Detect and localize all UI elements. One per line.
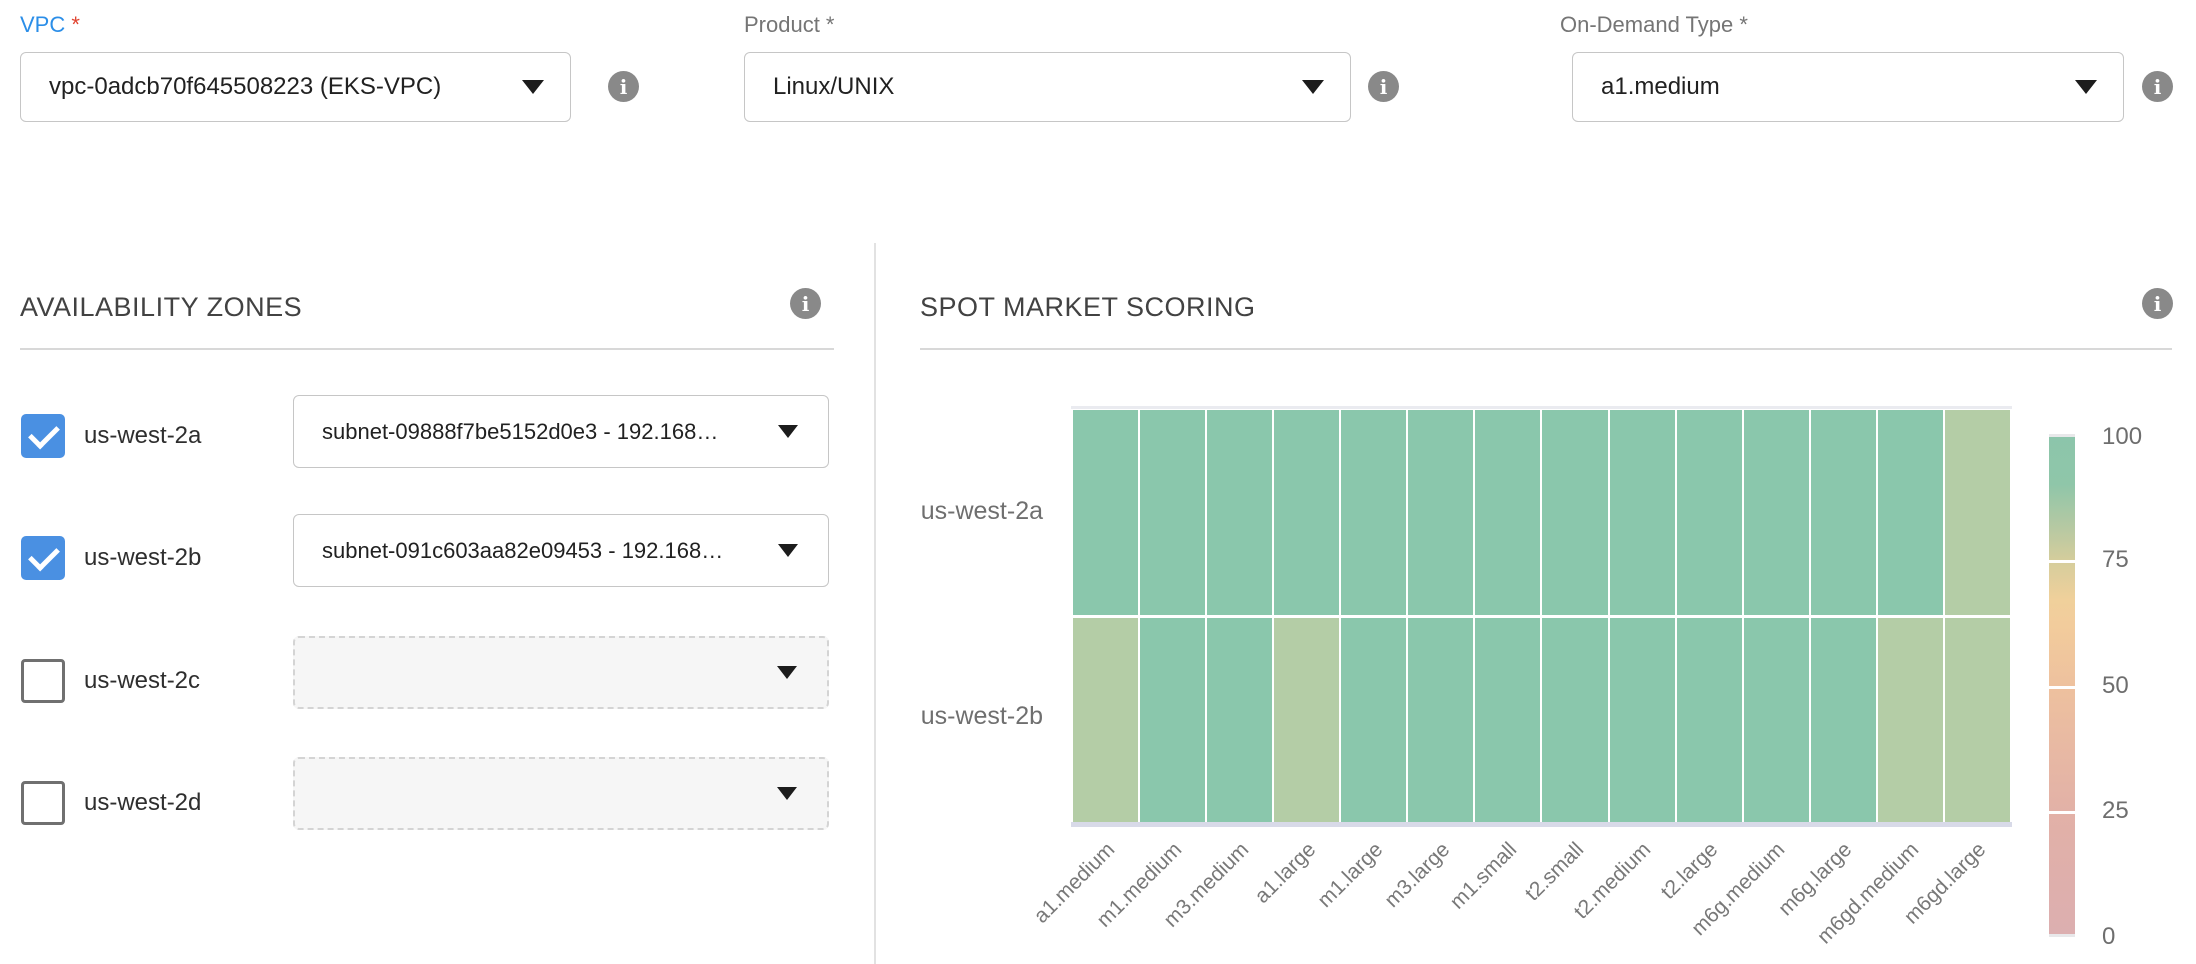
heatmap-cell-us-west-2a-a1.medium bbox=[1073, 410, 1138, 615]
caret-down-icon bbox=[522, 80, 544, 94]
subnet-select-value: subnet-09888f7be5152d0e3 - 192.168… bbox=[294, 419, 778, 445]
heatmap-cell-us-west-2b-m6g.medium bbox=[1744, 618, 1809, 823]
checkbox-us-west-2a[interactable] bbox=[21, 414, 65, 458]
heatmap-cell-us-west-2a-m1.large bbox=[1341, 410, 1406, 615]
colorbar-tick-75 bbox=[2049, 560, 2075, 563]
colorbar-top-cap bbox=[2049, 434, 2075, 437]
subnet-select-us-west-2a[interactable]: subnet-09888f7be5152d0e3 - 192.168… bbox=[293, 395, 829, 468]
caret-down-icon bbox=[777, 787, 797, 800]
heatmap-cell-us-west-2b-m6gd.medium bbox=[1878, 618, 1943, 823]
checkbox-us-west-2b[interactable] bbox=[21, 536, 65, 580]
spot-market-scoring-info-icon[interactable]: i bbox=[2142, 288, 2173, 319]
on-demand-type-select-value: a1.medium bbox=[1573, 73, 2075, 101]
vpc-info-icon[interactable]: i bbox=[608, 71, 639, 102]
vpc-select-value: vpc-0adcb70f645508223 (EKS-VPC) bbox=[21, 73, 522, 101]
colorbar-tick-25 bbox=[2049, 811, 2075, 814]
colorbar-label-100: 100 bbox=[2102, 423, 2142, 451]
colorbar-label-0: 0 bbox=[2102, 923, 2115, 951]
subnet-select-us-west-2b[interactable]: subnet-091c603aa82e09453 - 192.168… bbox=[293, 514, 829, 587]
on-demand-type-select[interactable]: a1.medium bbox=[1572, 52, 2124, 122]
zone-label-us-west-2c: us-west-2c bbox=[84, 666, 200, 696]
heatmap-x-label-a1.medium: a1.medium bbox=[983, 838, 1120, 964]
colorbar-label-50: 50 bbox=[2102, 672, 2129, 700]
availability-zones-divider bbox=[20, 348, 834, 350]
heatmap-cell-us-west-2a-m6gd.medium bbox=[1878, 410, 1943, 615]
heatmap-cell-us-west-2b-t2.large bbox=[1677, 618, 1742, 823]
colorbar-bottom-cap bbox=[2049, 934, 2075, 937]
heatmap-cell-us-west-2a-a1.large bbox=[1274, 410, 1339, 615]
heatmap-cell-us-west-2a-t2.medium bbox=[1610, 410, 1675, 615]
caret-down-icon bbox=[1302, 80, 1324, 94]
vpc-required-asterisk: * bbox=[71, 12, 80, 37]
heatmap-cell-us-west-2a-m1.medium bbox=[1140, 410, 1205, 615]
vpc-label: VPC * bbox=[20, 12, 80, 38]
product-select-value: Linux/UNIX bbox=[745, 73, 1302, 101]
zone-label-us-west-2b: us-west-2b bbox=[84, 543, 201, 573]
heatmap-cell-us-west-2b-m1.small bbox=[1475, 618, 1540, 823]
heatmap-cell-us-west-2a-m6g.large bbox=[1811, 410, 1876, 615]
spot-market-scoring-title: SPOT MARKET SCORING bbox=[920, 292, 1256, 323]
heatmap-cell-us-west-2b-m6g.large bbox=[1811, 618, 1876, 823]
vpc-label-text: VPC bbox=[20, 12, 65, 37]
spot-instance-configuration-screen: VPC * vpc-0adcb70f645508223 (EKS-VPC) i … bbox=[0, 0, 2196, 964]
heatmap-cell-us-west-2b-m6gd.large bbox=[1945, 618, 2010, 823]
colorbar-label-25: 25 bbox=[2102, 797, 2129, 825]
heatmap-cell-us-west-2a-t2.large bbox=[1677, 410, 1742, 615]
heatmap-colorbar bbox=[2049, 434, 2075, 937]
checkbox-us-west-2d[interactable] bbox=[21, 781, 65, 825]
subnet-select-value: subnet-091c603aa82e09453 - 192.168… bbox=[294, 538, 778, 564]
spot-score-heatmap bbox=[1073, 410, 2010, 822]
on-demand-type-label: On-Demand Type * bbox=[1560, 12, 1748, 38]
heatmap-cell-us-west-2a-m1.small bbox=[1475, 410, 1540, 615]
heatmap-cell-us-west-2a-m6gd.large bbox=[1945, 410, 2010, 615]
heatmap-cell-us-west-2a-m3.medium bbox=[1207, 410, 1272, 615]
heatmap-top-axis-line bbox=[1071, 406, 2012, 409]
subnet-select-us-west-2c[interactable] bbox=[293, 636, 829, 709]
caret-down-icon bbox=[778, 544, 798, 557]
heatmap-row-label-us-west-2a: us-west-2a bbox=[823, 496, 1043, 526]
caret-down-icon bbox=[777, 666, 797, 679]
caret-down-icon bbox=[2075, 80, 2097, 94]
heatmap-row-label-us-west-2b: us-west-2b bbox=[823, 701, 1043, 731]
on-demand-type-info-icon[interactable]: i bbox=[2142, 71, 2173, 102]
availability-zones-title: AVAILABILITY ZONES bbox=[20, 292, 302, 323]
availability-zones-info-icon[interactable]: i bbox=[790, 288, 821, 319]
heatmap-bottom-axis-line bbox=[1071, 822, 2012, 827]
caret-down-icon bbox=[778, 425, 798, 438]
heatmap-cell-us-west-2b-t2.medium bbox=[1610, 618, 1675, 823]
colorbar-label-75: 75 bbox=[2102, 546, 2129, 574]
heatmap-cell-us-west-2b-m3.medium bbox=[1207, 618, 1272, 823]
spot-market-scoring-divider bbox=[920, 348, 2172, 350]
heatmap-cell-us-west-2a-t2.small bbox=[1542, 410, 1607, 615]
product-select[interactable]: Linux/UNIX bbox=[744, 52, 1351, 122]
heatmap-cell-us-west-2b-m1.medium bbox=[1140, 618, 1205, 823]
section-vertical-divider bbox=[874, 243, 876, 964]
zone-label-us-west-2d: us-west-2d bbox=[84, 788, 201, 818]
heatmap-cell-us-west-2a-m6g.medium bbox=[1744, 410, 1809, 615]
heatmap-cell-us-west-2a-m3.large bbox=[1408, 410, 1473, 615]
heatmap-cell-us-west-2b-t2.small bbox=[1542, 618, 1607, 823]
zone-label-us-west-2a: us-west-2a bbox=[84, 421, 201, 451]
heatmap-cell-us-west-2b-m1.large bbox=[1341, 618, 1406, 823]
heatmap-cell-us-west-2b-m3.large bbox=[1408, 618, 1473, 823]
colorbar-tick-50 bbox=[2049, 686, 2075, 689]
product-info-icon[interactable]: i bbox=[1368, 71, 1399, 102]
checkbox-us-west-2c[interactable] bbox=[21, 659, 65, 703]
heatmap-cell-us-west-2b-a1.large bbox=[1274, 618, 1339, 823]
product-label: Product * bbox=[744, 12, 835, 38]
vpc-select[interactable]: vpc-0adcb70f645508223 (EKS-VPC) bbox=[20, 52, 571, 122]
subnet-select-us-west-2d[interactable] bbox=[293, 757, 829, 830]
heatmap-cell-us-west-2b-a1.medium bbox=[1073, 618, 1138, 823]
